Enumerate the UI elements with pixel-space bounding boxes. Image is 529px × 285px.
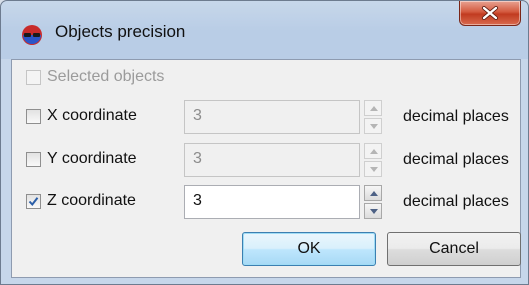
x-coordinate-row: X coordinate 3 decimal places bbox=[12, 100, 520, 134]
selected-objects-row: Selected objects bbox=[12, 60, 520, 94]
cancel-button[interactable]: Cancel bbox=[387, 232, 521, 266]
z-coordinate-label: Z coordinate bbox=[47, 192, 136, 209]
close-x-icon bbox=[482, 6, 498, 20]
z-precision-spinner[interactable] bbox=[364, 185, 382, 219]
y-decimal-places-label: decimal places bbox=[403, 151, 509, 168]
x-precision-field[interactable]: 3 bbox=[184, 100, 360, 134]
x-precision-spinner[interactable] bbox=[364, 100, 382, 134]
arrow-up-icon bbox=[370, 106, 378, 111]
ok-button[interactable]: OK bbox=[242, 232, 376, 266]
z-coordinate-row: Z coordinate 3 decimal places bbox=[12, 185, 520, 219]
close-button[interactable] bbox=[459, 1, 521, 26]
selected-objects-checkbox[interactable] bbox=[26, 70, 41, 85]
window-title: Objects precision bbox=[55, 22, 186, 41]
x-coordinate-checkbox[interactable] bbox=[26, 109, 41, 124]
x-coordinate-label: X coordinate bbox=[47, 107, 137, 124]
arrow-down-icon bbox=[370, 209, 378, 214]
z-decimal-places-label: decimal places bbox=[403, 193, 509, 210]
arrow-up-icon bbox=[370, 191, 378, 196]
spin-up-button[interactable] bbox=[364, 185, 382, 201]
dialog-body: Selected objects X coordinate 3 decimal … bbox=[11, 59, 521, 278]
checkmark-icon bbox=[28, 197, 39, 207]
y-coordinate-label: Y coordinate bbox=[47, 150, 137, 167]
selected-objects-label: Selected objects bbox=[47, 68, 165, 85]
dialog-window: Objects precision Selected objects X coo… bbox=[0, 0, 529, 285]
spin-down-button[interactable] bbox=[364, 118, 382, 134]
y-coordinate-row: Y coordinate 3 decimal places bbox=[12, 143, 520, 177]
title-bar[interactable]: Objects precision bbox=[1, 1, 528, 59]
z-coordinate-checkbox[interactable] bbox=[26, 194, 41, 209]
spin-down-button[interactable] bbox=[364, 161, 382, 177]
spin-up-button[interactable] bbox=[364, 143, 382, 159]
red-blue-glasses-icon bbox=[22, 25, 42, 45]
arrow-down-icon bbox=[370, 167, 378, 172]
spin-up-button[interactable] bbox=[364, 100, 382, 116]
z-precision-field[interactable]: 3 bbox=[184, 185, 360, 219]
arrow-down-icon bbox=[370, 124, 378, 129]
x-decimal-places-label: decimal places bbox=[403, 108, 509, 125]
y-precision-spinner[interactable] bbox=[364, 143, 382, 177]
y-precision-field[interactable]: 3 bbox=[184, 143, 360, 177]
spin-down-button[interactable] bbox=[364, 203, 382, 219]
y-coordinate-checkbox[interactable] bbox=[26, 152, 41, 167]
arrow-up-icon bbox=[370, 149, 378, 154]
